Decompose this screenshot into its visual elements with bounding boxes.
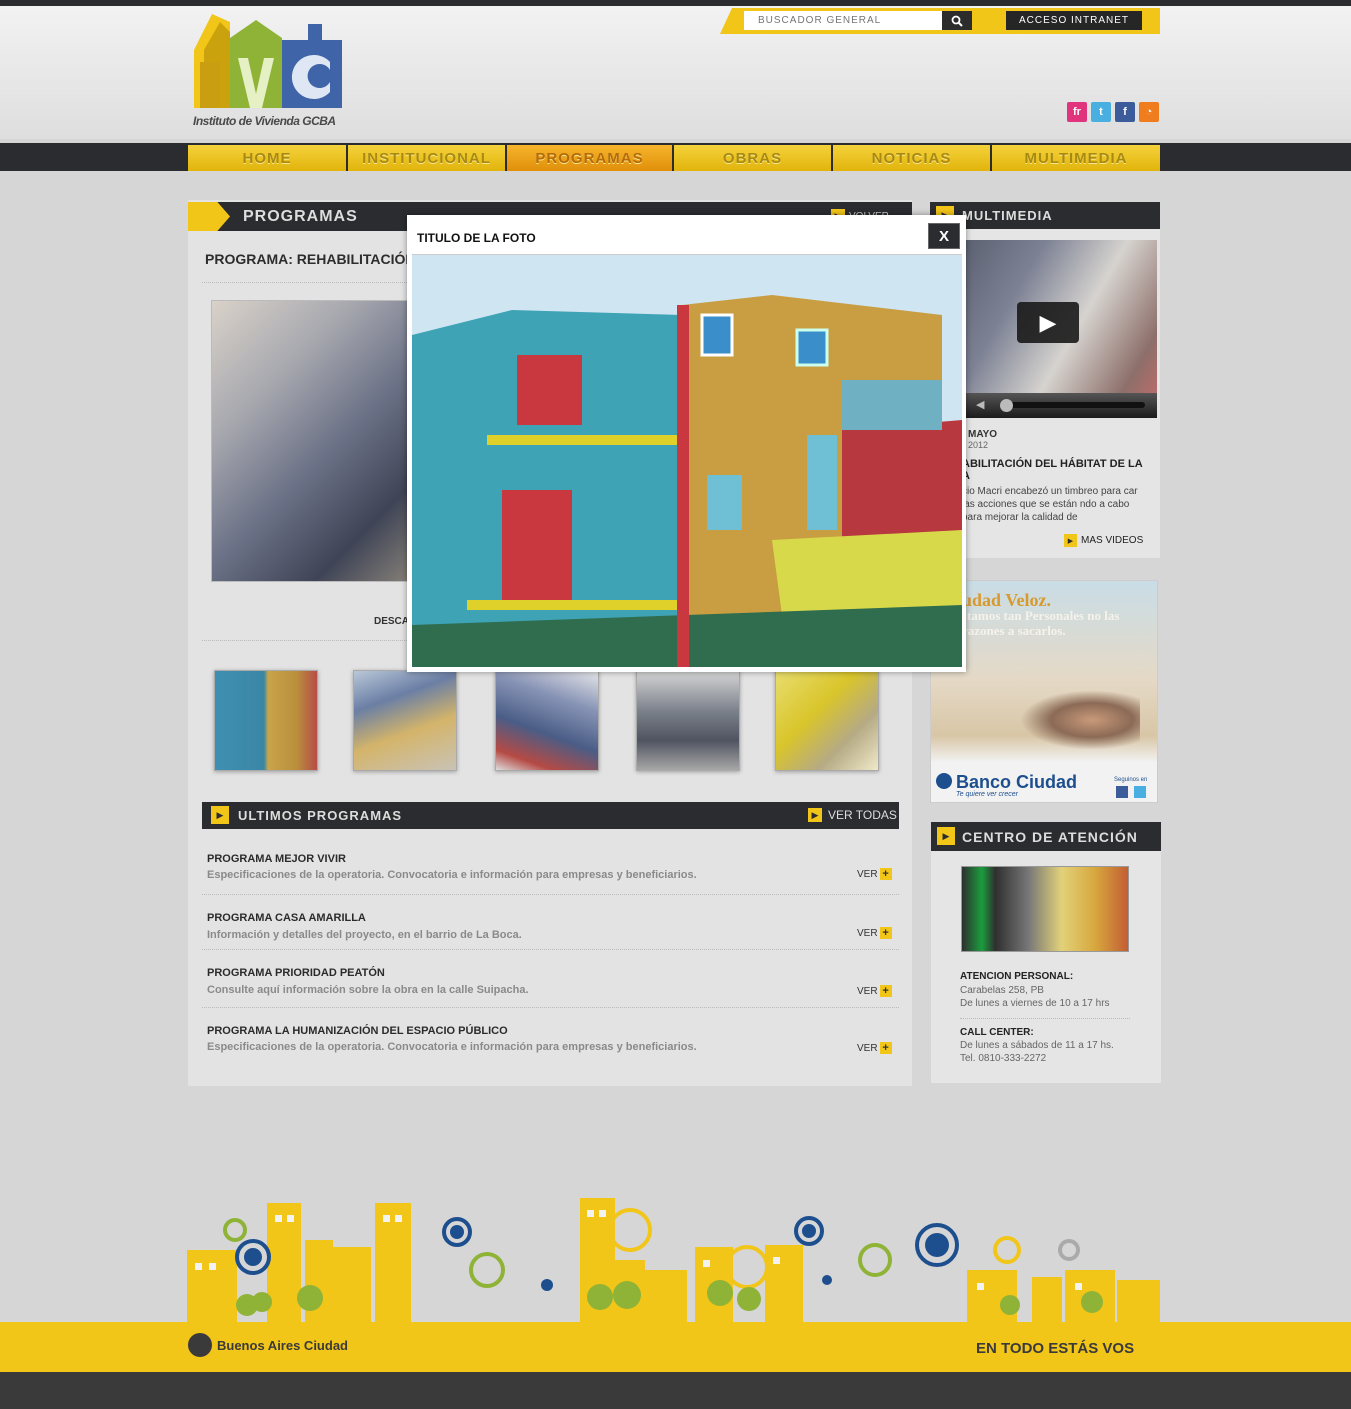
program-item-title[interactable]: PROGRAMA LA HUMANIZACIÓN DEL ESPACIO PÚB… — [207, 1025, 508, 1037]
call-center-title: CALL CENTER: — [960, 1027, 1034, 1038]
program-item-title[interactable]: PROGRAMA CASA AMARILLA — [207, 912, 366, 924]
more-label: VER — [857, 985, 878, 997]
modal-title: TITULO DE LA FOTO — [417, 231, 536, 245]
modal-photo — [412, 255, 962, 667]
thumbnail[interactable] — [353, 670, 457, 771]
footer-slogan: EN TODO ESTÁS VOS — [976, 1340, 1135, 1357]
divider — [202, 949, 899, 950]
banner-subtext: stamos tan Personales no las razones a s… — [962, 608, 1120, 638]
program-item-desc: Consulte aquí información sobre la obra … — [207, 984, 529, 996]
thumbnail[interactable] — [495, 670, 599, 771]
banner-follow: Seguinos en — [1114, 777, 1148, 783]
more-label: VER — [857, 927, 878, 939]
program-item-more[interactable]: VER + — [857, 868, 892, 880]
video-month: MAYO — [968, 429, 998, 440]
city-seal-icon — [188, 1333, 212, 1357]
service-center-photo — [961, 866, 1129, 952]
section-title: PROGRAMAS — [243, 208, 358, 225]
arrow-icon: ▶ — [937, 827, 955, 845]
program-item-desc: Especificaciones de la operatoria. Convo… — [207, 869, 697, 881]
plus-icon: + — [879, 868, 892, 880]
latest-programs-title: ULTIMOS PROGRAMAS — [238, 808, 403, 823]
video-text: cio Macri encabezó un timbreo para car l… — [962, 486, 1138, 523]
nav-institucional[interactable]: INSTITUCIONAL — [348, 145, 505, 171]
flickr-glyph: fr — [1073, 106, 1081, 118]
program-item-title[interactable]: PROGRAMA MEJOR VIVIR — [207, 853, 346, 865]
thumbnail[interactable] — [214, 670, 318, 771]
more-label: VER — [857, 868, 878, 880]
search-input[interactable] — [744, 11, 942, 30]
see-all-link[interactable]: ▶ VER TODAS — [808, 808, 897, 822]
nav-multimedia[interactable]: MULTIMEDIA — [992, 145, 1160, 171]
ivc-logo[interactable]: Instituto de Vivienda GCBA — [190, 10, 350, 132]
buenos-aires-logo[interactable]: Buenos Aires Ciudad — [188, 1333, 348, 1357]
thumbnail[interactable] — [636, 670, 740, 771]
program-item-desc: Información y detalles del proyecto, en … — [207, 929, 522, 941]
video-title[interactable]: ABILITACIÓN DEL HÁBITAT DE LA A — [962, 458, 1152, 482]
twitter-icon[interactable] — [1134, 786, 1146, 798]
personal-hours: De lunes a viernes de 10 a 17 hrs — [960, 998, 1110, 1009]
nav-obras[interactable]: OBRAS — [674, 145, 831, 171]
call-center-hours: De lunes a sábados de 11 a 17 hs. — [960, 1040, 1114, 1051]
more-videos-link[interactable]: ▶ MAS VIDEOS — [1064, 534, 1143, 547]
rss-icon[interactable]: ◔ — [1139, 102, 1159, 122]
personal-title: ATENCION PERSONAL: — [960, 971, 1074, 982]
plus-icon: + — [879, 927, 892, 939]
nav-noticias[interactable]: NOTICIAS — [833, 145, 990, 171]
colorful-houses-image — [412, 255, 962, 667]
see-all-label: VER TODAS — [828, 808, 897, 822]
footer-bottom — [0, 1372, 1351, 1409]
more-label: VER — [857, 1042, 878, 1054]
intranet-button[interactable]: ACCESO INTRANET — [1006, 11, 1142, 30]
main-photo[interactable] — [211, 300, 411, 582]
twitter-glyph: t — [1099, 106, 1103, 118]
program-item-more[interactable]: VER + — [857, 1042, 892, 1054]
plus-icon: + — [879, 1042, 892, 1054]
banner-bank-name: Banco Ciudad — [956, 772, 1078, 792]
bank-logo-icon — [936, 773, 952, 789]
ivc-logo-icon — [194, 14, 342, 108]
play-icon[interactable]: ▶ — [1017, 302, 1079, 343]
program-item-more[interactable]: VER + — [857, 927, 892, 939]
footer-city-illustration — [187, 1198, 1160, 1325]
search-icon — [951, 15, 963, 27]
city-label: Buenos Aires Ciudad — [217, 1337, 348, 1353]
thumbnail[interactable] — [775, 670, 879, 771]
close-button[interactable]: X — [928, 223, 960, 249]
rss-glyph: ◔ — [1145, 106, 1153, 118]
divider — [202, 894, 899, 895]
arrow-icon: ▶ — [808, 808, 822, 822]
nav-programas[interactable]: PROGRAMAS — [507, 145, 672, 171]
nav-home[interactable]: HOME — [188, 145, 346, 171]
divider — [960, 1018, 1130, 1019]
plus-icon: + — [879, 985, 892, 997]
facebook-icon[interactable] — [1116, 786, 1128, 798]
program-item-more[interactable]: VER + — [857, 985, 892, 997]
arrow-icon: ▶ — [1064, 534, 1077, 547]
volume-icon[interactable]: ◀ — [976, 398, 984, 411]
program-item-desc: Especificaciones de la operatoria. Convo… — [207, 1041, 697, 1053]
banner-woman-image — [1020, 690, 1140, 750]
logo-text: Instituto de Vivienda GCBA — [193, 114, 336, 128]
video-year: 2012 — [968, 440, 989, 450]
divider — [202, 1007, 899, 1008]
facebook-glyph: f — [1123, 106, 1127, 118]
program-item-title[interactable]: PROGRAMA PRIORIDAD PEATÓN — [207, 967, 385, 979]
video-progress[interactable] — [1000, 402, 1145, 408]
search-button[interactable] — [942, 11, 972, 30]
service-center-title: CENTRO DE ATENCIÓN — [962, 829, 1138, 845]
multimedia-title: MULTIMEDIA — [962, 208, 1053, 223]
program-title: PROGRAMA: REHABILITACIÓN — [205, 251, 416, 267]
arrow-icon: ▶ — [211, 806, 229, 824]
download-link[interactable]: DESCA — [374, 616, 409, 627]
banner-slogan: Te quiere ver crecer — [956, 791, 1018, 798]
flickr-icon[interactable]: fr — [1067, 102, 1087, 122]
video-scrubber[interactable] — [1000, 399, 1013, 412]
call-center-phone: Tel. 0810-333-2272 — [960, 1053, 1047, 1064]
facebook-icon[interactable]: f — [1115, 102, 1135, 122]
twitter-icon[interactable]: t — [1091, 102, 1111, 122]
more-videos-label: MAS VIDEOS — [1081, 535, 1144, 546]
personal-address: Carabelas 258, PB — [960, 985, 1044, 996]
